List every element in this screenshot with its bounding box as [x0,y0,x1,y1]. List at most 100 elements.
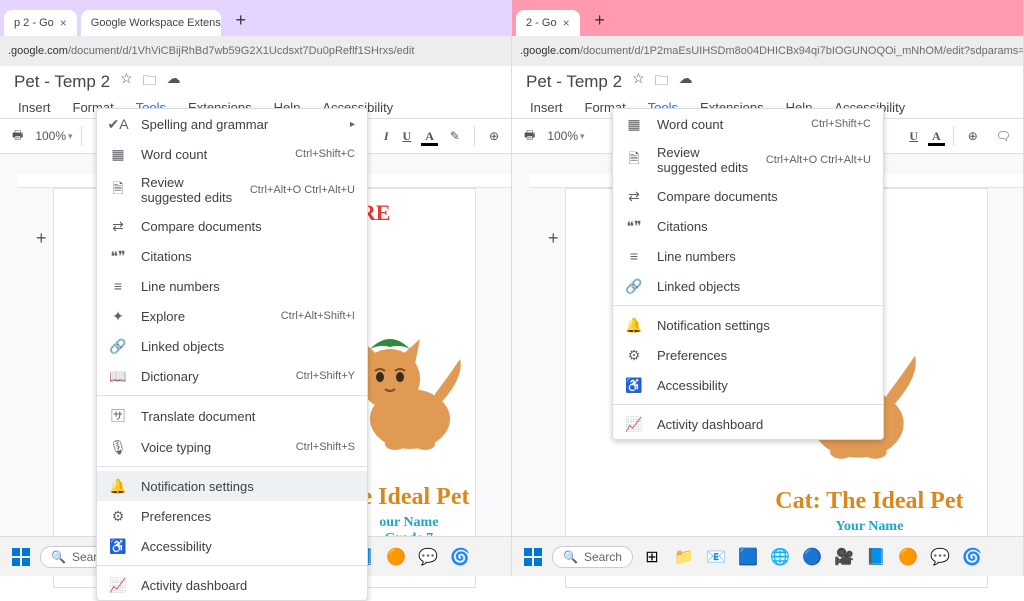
tools-menu-accessibility[interactable]: ♿Accessibility [613,370,883,400]
tools-menu-spelling-and-grammar[interactable]: ✔ASpelling and grammar▸ [97,109,367,139]
add-section-button[interactable]: + [548,228,559,249]
mail-icon[interactable]: 📧 [703,544,729,570]
menu-item-label: Line numbers [657,249,871,264]
tools-menu-notification-settings[interactable]: 🔔Notification settings [97,471,367,501]
task-view-icon[interactable]: ⊞ [639,544,665,570]
app-icon[interactable]: 🌀 [447,544,473,570]
cloud-icon[interactable]: ☁ [167,70,181,94]
menu-item-label: Line numbers [141,279,355,294]
add-section-button[interactable]: + [36,228,47,249]
print-icon[interactable]: 🖶 [6,122,29,151]
menu-item-label: Accessibility [141,539,355,554]
text-color-button[interactable]: A [928,127,945,146]
doc-icon: 🗎 [625,148,643,172]
address-bar[interactable]: .google.com/document/d/1P2maEsUIHSDm8o04… [512,36,1023,66]
tools-menu-activity-dashboard[interactable]: 📈Activity dashboard [613,409,883,439]
menu-item-label: Review suggested edits [141,175,236,205]
document-title[interactable]: Pet - Temp 2 [14,72,110,92]
browser-tab[interactable]: p 2 - Go × [4,10,77,36]
text-color-button[interactable]: A [421,127,438,146]
pref-icon: ⚙ [625,347,643,364]
123-icon: ▦ [625,116,643,133]
url-path: /document/d/1P2maEsUIHSDm8o04DHICBx94qi7… [580,45,1023,57]
menu-item-label: Word count [141,147,281,162]
tools-menu-line-numbers[interactable]: ≡Line numbers [613,241,883,271]
tab-title: p 2 - Go [14,17,54,29]
highlight-icon[interactable]: ✎ [444,125,466,147]
browser-tab[interactable]: Google Workspace Extensions &× [81,10,221,36]
insert-link-icon[interactable]: ⊕ [962,125,984,147]
menu-shortcut: Ctrl+Shift+C [295,148,355,160]
doc-heading: Cat: The Ideal Pet [775,488,963,515]
cmp-icon: ⇄ [625,188,643,205]
start-button[interactable] [8,544,34,570]
comment-icon[interactable]: 🗨 [990,125,1017,147]
menu-item-label: Linked objects [657,279,871,294]
tools-menu-preferences[interactable]: ⚙Preferences [613,340,883,370]
new-tab-button[interactable]: + [229,8,253,32]
tools-menu-dictionary[interactable]: 📖DictionaryCtrl+Shift+Y [97,361,367,391]
bell-icon: 🔔 [625,317,643,334]
star-icon[interactable]: ☆ [120,70,133,94]
menu-insert[interactable]: Insert [14,98,55,117]
tools-menu-review-suggested-edits[interactable]: 🗎Review suggested editsCtrl+Alt+O Ctrl+A… [613,139,883,181]
menu-insert[interactable]: Insert [526,98,567,117]
new-tab-button[interactable]: + [588,8,612,32]
tools-menu-line-numbers[interactable]: ≡ Line numbers [97,271,367,301]
tools-menu-notification-settings[interactable]: 🔔Notification settings [613,310,883,340]
tools-menu-word-count[interactable]: ▦Word countCtrl+Shift+C [97,139,367,169]
app-icon[interactable]: 🟦 [735,544,761,570]
after-pane: 2 - Go× + .google.com/document/d/1P2maEs… [512,0,1024,576]
browser-tab[interactable]: 2 - Go× [516,10,580,36]
zoom-selector[interactable]: 100% ▾ [547,129,584,143]
quote-icon: ❝❞ [109,248,127,265]
underline-button[interactable]: U [905,127,922,146]
video-icon[interactable]: 🎥 [831,544,857,570]
explorer-icon[interactable]: 📁 [671,544,697,570]
address-bar[interactable]: .google.com/document/d/1VhViCBijRhBd7wb5… [0,36,511,66]
url-path: /document/d/1VhViCBijRhBd7wb59G2X1Ucdsxt… [68,45,414,57]
tools-menu-explore[interactable]: ✦ExploreCtrl+Alt+Shift+I [97,301,367,331]
whatsapp-icon[interactable]: 💬 [415,544,441,570]
zoom-selector[interactable]: 100% ▾ [35,129,72,143]
print-icon[interactable]: 🖶 [518,122,541,151]
lines-icon: ≡ [109,278,127,294]
document-title[interactable]: Pet - Temp 2 [526,72,622,92]
tools-menu-activity-dashboard[interactable]: 📈Activity dashboard [97,570,367,600]
chrome-icon[interactable]: 🌐 [767,544,793,570]
tools-menu-accessibility[interactable]: ♿Accessibility [97,531,367,561]
move-icon[interactable]: 🗀 [143,70,157,94]
start-button[interactable] [520,544,546,570]
tools-menu-word-count[interactable]: ▦Word countCtrl+Shift+C [613,109,883,139]
move-icon[interactable]: 🗀 [655,70,669,94]
edge-icon[interactable]: 🔵 [799,544,825,570]
tools-menu-compare-documents[interactable]: ⇄Compare documents [97,211,367,241]
insert-link-icon[interactable]: ⊕ [483,125,505,147]
underline-button[interactable]: U [399,127,416,146]
cmp-icon: ⇄ [109,218,127,235]
whatsapp-icon[interactable]: 💬 [927,544,953,570]
mic-icon: 🎙 [109,439,127,456]
menu-shortcut: Ctrl+Alt+Shift+I [281,310,355,322]
tools-menu-voice-typing[interactable]: 🎙Voice typingCtrl+Shift+S [97,432,367,462]
cloud-icon[interactable]: ☁ [679,70,693,94]
close-icon[interactable]: × [60,16,67,30]
tools-menu-citations[interactable]: ❝❞Citations [613,211,883,241]
tools-menu-linked-objects[interactable]: 🔗Linked objects [97,331,367,361]
app-icon[interactable]: 🌀 [959,544,985,570]
tools-menu-review-suggested-edits[interactable]: 🗎Review suggested editsCtrl+Alt+O Ctrl+A… [97,169,367,211]
tools-menu-citations[interactable]: ❝❞Citations [97,241,367,271]
close-icon[interactable]: × [563,16,570,30]
star-icon[interactable]: ☆ [632,70,645,94]
tools-menu-translate-document[interactable]: 🈂Translate document [97,400,367,432]
menu-item-label: Translate document [141,409,355,424]
app-icon[interactable]: 🟠 [383,544,409,570]
app-icon[interactable]: 🟠 [895,544,921,570]
taskbar-search[interactable]: 🔍Search [552,546,633,568]
menu-item-label: Activity dashboard [657,417,871,432]
italic-button[interactable]: I [380,127,393,146]
tools-menu-preferences[interactable]: ⚙Preferences [97,501,367,531]
word-icon[interactable]: 📘 [863,544,889,570]
tools-menu-linked-objects[interactable]: 🔗Linked objects [613,271,883,301]
tools-menu-compare-documents[interactable]: ⇄Compare documents [613,181,883,211]
